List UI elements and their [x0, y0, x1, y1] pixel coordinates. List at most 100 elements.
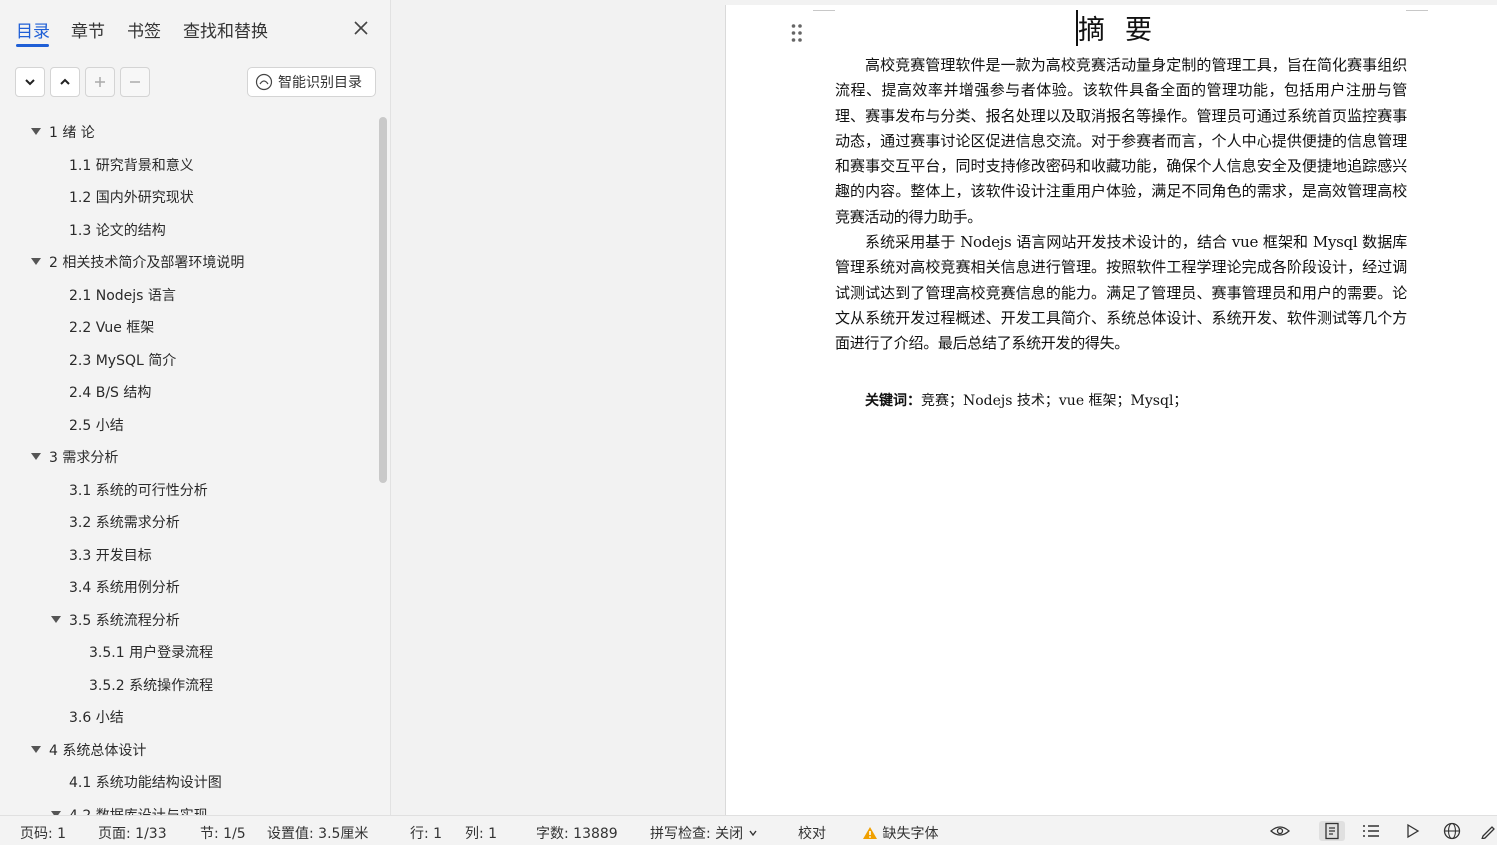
play-button[interactable]: [1401, 821, 1423, 841]
document-title[interactable]: 摘要: [1078, 8, 1172, 47]
tab-toc[interactable]: 目录: [16, 17, 50, 42]
toc-item-label: 3.1 系统的可行性分析: [69, 482, 208, 499]
play-icon: [1407, 823, 1420, 839]
minus-icon: [130, 81, 140, 83]
drag-handle-icon[interactable]: [790, 22, 804, 44]
expand-arrow-icon[interactable]: [30, 451, 42, 463]
spell-check-label: 拼写检查: 关闭: [650, 826, 744, 842]
toc-item[interactable]: 2.2 Vue 框架: [0, 312, 376, 342]
toc-item[interactable]: 3.5.1 用户登录流程: [0, 637, 376, 667]
expand-arrow-icon[interactable]: [50, 614, 62, 626]
status-section[interactable]: 节: 1/5: [200, 823, 246, 843]
close-pane-button[interactable]: [349, 16, 373, 40]
add-heading-button[interactable]: [85, 67, 115, 97]
keywords-line[interactable]: 关键词：竞赛；Nodejs 技术；vue 框架；Mysql；: [865, 390, 1187, 410]
toc-item[interactable]: 1.2 国内外研究现状: [0, 182, 376, 212]
toc-item[interactable]: 3.1 系统的可行性分析: [0, 475, 376, 505]
toc-item-label: 3.4 系统用例分析: [69, 580, 180, 596]
page-view-button[interactable]: [1319, 821, 1345, 841]
toc-item-label: 1.3 论文的结构: [69, 222, 166, 239]
toc-item[interactable]: 2.4 B/S 结构: [0, 377, 376, 407]
nav-tab-bar: 目录 章节 书签 查找和替换: [0, 0, 391, 52]
chevron-down-icon: [749, 830, 757, 837]
toc-item[interactable]: 3 需求分析: [0, 442, 376, 472]
keywords-value: 竞赛；Nodejs 技术；vue 框架；Mysql；: [921, 393, 1188, 409]
keywords-label: 关键词：: [865, 393, 921, 409]
navigation-pane: 目录 章节 书签 查找和替换 智能识别目录 1 绪 论 1.1 研究背景和意义 1.…: [0, 0, 391, 815]
toc-item-label: 4.2 数据库设计与实现: [69, 805, 208, 816]
toc-item[interactable]: 1.1 研究背景和意义: [0, 150, 376, 180]
toc-item-label: 3.2 系统需求分析: [69, 515, 180, 531]
toc-item[interactable]: 1.3 论文的结构: [0, 215, 376, 245]
toc-item-label: 4 系统总体设计: [49, 742, 147, 759]
status-proofread[interactable]: 校对: [798, 823, 826, 843]
outline-icon: [1363, 825, 1379, 837]
status-setting[interactable]: 设置值: 3.5厘米: [267, 823, 368, 843]
toc-item[interactable]: 2.5 小结: [0, 410, 376, 440]
status-missing-font[interactable]: 缺失字体: [862, 823, 938, 843]
toc-item[interactable]: 3.5.2 系统操作流程: [0, 670, 376, 700]
toc-item[interactable]: 3.4 系统用例分析: [0, 572, 376, 602]
toc-item[interactable]: 3.3 开发目标: [0, 540, 376, 570]
toc-item-label: 4.1 系统功能结构设计图: [69, 775, 222, 791]
toc-item-label: 2.5 小结: [69, 417, 124, 434]
next-heading-button[interactable]: [15, 67, 45, 97]
remove-heading-button[interactable]: [120, 67, 150, 97]
status-spell-check[interactable]: 拼写检查: 关闭: [650, 823, 758, 843]
toc-item[interactable]: 2.1 Nodejs 语言: [0, 280, 376, 310]
status-page-code[interactable]: 页码: 1: [20, 823, 66, 843]
outline-view-button[interactable]: [1360, 821, 1382, 841]
tab-bookmarks[interactable]: 书签: [127, 17, 161, 42]
pen-icon: [1480, 826, 1495, 839]
toc-item[interactable]: 3.5 系统流程分析: [0, 605, 376, 635]
page-view-icon: [1325, 822, 1339, 840]
toc-item[interactable]: 3.6 小结: [0, 702, 376, 732]
toc-item[interactable]: 2.3 MySQL 简介: [0, 345, 376, 375]
status-page[interactable]: 页面: 1/33: [98, 823, 167, 843]
status-word-count[interactable]: 字数: 13889: [536, 823, 618, 843]
expand-arrow-icon[interactable]: [30, 256, 42, 268]
toc-item-label: 1.2 国内外研究现状: [69, 190, 194, 206]
chevron-up-icon: [60, 78, 70, 85]
toc-item[interactable]: 4.2 数据库设计与实现: [0, 800, 376, 816]
toc-list: 1 绪 论 1.1 研究背景和意义 1.2 国内外研究现状 1.3 论文的结构 2 相关…: [0, 115, 376, 815]
page-corner-mark: [813, 5, 835, 11]
toc-item-label: 1.1 研究背景和意义: [69, 157, 194, 174]
abstract-paragraph-2[interactable]: 系统采用基于 Nodejs 语言网站开发技术设计的，结合 vue 框架和 Mys…: [835, 230, 1407, 356]
tab-chapters[interactable]: 章节: [71, 17, 105, 42]
active-tab-indicator: [16, 44, 49, 47]
tab-find-replace[interactable]: 查找和替换: [183, 17, 268, 42]
status-col[interactable]: 列: 1: [465, 823, 497, 843]
smart-detect-icon: [255, 73, 273, 91]
toc-item[interactable]: 2 相关技术简介及部署环境说明: [0, 247, 376, 277]
expand-arrow-icon[interactable]: [30, 744, 42, 756]
toc-item-label: 2 相关技术简介及部署环境说明: [49, 255, 245, 271]
close-icon: [354, 21, 368, 35]
eye-protection-button[interactable]: [1269, 821, 1291, 841]
toc-item-label: 3.5.2 系统操作流程: [89, 677, 214, 694]
toc-item[interactable]: 4 系统总体设计: [0, 735, 376, 765]
toc-item[interactable]: 4.1 系统功能结构设计图: [0, 767, 376, 797]
status-bar: 页码: 1 页面: 1/33 节: 1/5 设置值: 3.5厘米 行: 1 列:…: [0, 815, 1497, 845]
status-row[interactable]: 行: 1: [410, 823, 442, 843]
toc-item-label: 3 需求分析: [49, 450, 119, 466]
toc-item-label: 3.5 系统流程分析: [69, 612, 180, 629]
globe-icon: [1443, 822, 1461, 840]
smart-toc-button[interactable]: 智能识别目录: [247, 67, 376, 97]
toc-item-label: 2.1 Nodejs 语言: [69, 287, 176, 304]
page-corner-mark: [1406, 5, 1428, 11]
toc-item[interactable]: 3.2 系统需求分析: [0, 507, 376, 537]
web-view-button[interactable]: [1441, 821, 1463, 841]
abstract-paragraph-1[interactable]: 高校竞赛管理软件是一款为高校竞赛活动量身定制的管理工具，旨在简化赛事组织流程、提…: [835, 53, 1407, 230]
toc-item[interactable]: 1 绪 论: [0, 117, 376, 147]
toc-scrollbar[interactable]: [379, 117, 387, 483]
previous-heading-button[interactable]: [50, 67, 80, 97]
toc-item-label: 2.2 Vue 框架: [69, 320, 155, 336]
toc-item-label: 1 绪 论: [49, 125, 95, 141]
missing-font-label: 缺失字体: [882, 826, 939, 842]
expand-arrow-icon[interactable]: [30, 126, 42, 138]
warning-icon: [863, 827, 877, 839]
pen-button[interactable]: [1478, 821, 1497, 841]
eye-icon: [1270, 826, 1290, 836]
plus-icon: [95, 77, 105, 87]
